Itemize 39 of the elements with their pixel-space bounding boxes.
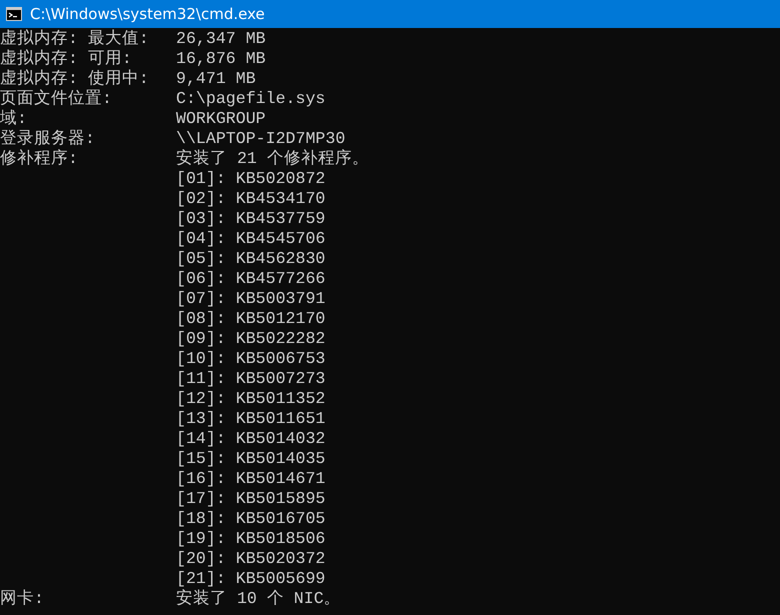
output-value: [07]: KB5003791 — [176, 289, 326, 309]
output-value: [02]: KB4534170 — [176, 189, 326, 209]
output-label: 域: — [0, 109, 28, 129]
output-value: [11]: KB5007273 — [176, 369, 326, 389]
output-label: 登录服务器: — [0, 129, 96, 149]
output-value: [13]: KB5011651 — [176, 409, 326, 429]
output-value: [12]: KB5011352 — [176, 389, 326, 409]
output-value: [04]: KB4545706 — [176, 229, 326, 249]
output-value: [05]: KB4562830 — [176, 249, 326, 269]
output-value: [03]: KB4537759 — [176, 209, 326, 229]
output-value: [20]: KB5020372 — [176, 549, 326, 569]
output-value: WORKGROUP — [176, 109, 266, 129]
output-value: 安装了 21 个修补程序。 — [176, 149, 369, 169]
console-icon — [6, 7, 22, 21]
output-value: [10]: KB5006753 — [176, 349, 326, 369]
output-value: 安装了 10 个 NIC。 — [176, 589, 341, 609]
output-value: [17]: KB5015895 — [176, 489, 326, 509]
output-value: 16,876 MB — [176, 49, 266, 69]
output-value: 26,347 MB — [176, 29, 266, 49]
output-label: 虚拟内存: 最大值: — [0, 29, 150, 49]
output-value: [16]: KB5014671 — [176, 469, 326, 489]
output-value: [06]: KB4577266 — [176, 269, 326, 289]
output-value: [14]: KB5014032 — [176, 429, 326, 449]
output-value: [21]: KB5005699 — [176, 569, 326, 589]
output-value: [19]: KB5018506 — [176, 529, 326, 549]
output-label: 虚拟内存: 可用: — [0, 49, 133, 69]
output-label: 虚拟内存: 使用中: — [0, 69, 150, 89]
output-label: 页面文件位置: — [0, 89, 113, 109]
output-value: [18]: KB5016705 — [176, 509, 326, 529]
output-label: 网卡: — [0, 589, 45, 609]
window-title: C:\Windows\system32\cmd.exe — [30, 5, 265, 23]
output-value: C:\pagefile.sys — [176, 89, 326, 109]
output-value: [01]: KB5020872 — [176, 169, 326, 189]
output-label: 修补程序: — [0, 149, 79, 169]
output-value: [15]: KB5014035 — [176, 449, 326, 469]
output-value: [08]: KB5012170 — [176, 309, 326, 329]
output-value: [09]: KB5022282 — [176, 329, 326, 349]
output-value: 9,471 MB — [176, 69, 256, 89]
output-value: \\LAPTOP-I2D7MP30 — [176, 129, 346, 149]
